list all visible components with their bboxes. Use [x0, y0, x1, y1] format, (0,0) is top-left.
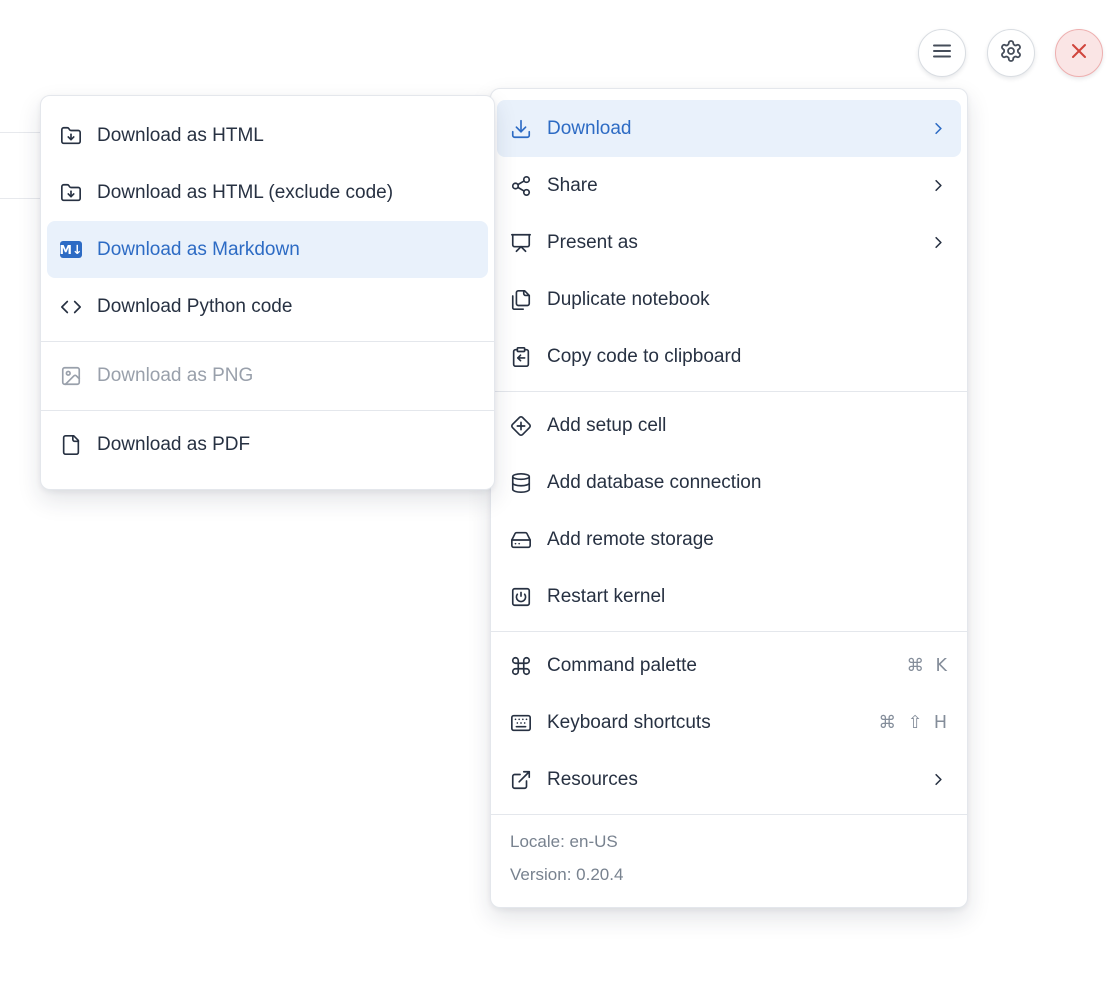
shortcut-hint: ⌘ K	[906, 656, 948, 676]
menu-item-label: Duplicate notebook	[547, 289, 710, 311]
share-icon	[510, 175, 532, 197]
menu-item-download-html[interactable]: Download as HTML	[47, 107, 488, 164]
menu-item-add-setup-cell[interactable]: Add setup cell	[497, 397, 961, 454]
folder-down-icon	[60, 125, 82, 147]
menu-item-download-python[interactable]: Download Python code	[47, 278, 488, 335]
menu-section-notebook: Download Share Present as	[491, 95, 967, 392]
menu-item-label: Download as HTML	[97, 125, 264, 147]
clipboard-copy-icon	[510, 346, 532, 368]
chevron-right-icon	[929, 770, 948, 789]
file-icon	[60, 434, 82, 456]
menu-item-label: Copy code to clipboard	[547, 346, 741, 368]
menu-item-label: Keyboard shortcuts	[547, 712, 711, 734]
files-icon	[510, 289, 532, 311]
menu-item-label: Add remote storage	[547, 529, 714, 551]
version-text: Version: 0.20.4	[510, 858, 948, 891]
code-icon	[60, 296, 82, 318]
chevron-right-icon	[929, 233, 948, 252]
menu-item-label: Restart kernel	[547, 586, 665, 608]
gear-icon	[999, 39, 1023, 68]
menu-item-label: Download as Markdown	[97, 239, 300, 261]
download-icon	[510, 118, 532, 140]
hard-drive-icon	[510, 529, 532, 551]
menu-item-label: Present as	[547, 232, 638, 254]
menu-item-present-as[interactable]: Present as	[497, 214, 961, 271]
database-icon	[510, 472, 532, 494]
external-link-icon	[510, 769, 532, 791]
menu-section-cells: Add setup cell Add database connection A…	[491, 392, 967, 632]
command-icon	[510, 655, 532, 677]
submenu-section-png: Download as PNG	[41, 342, 494, 411]
hamburger-icon	[930, 39, 954, 68]
menu-section-help: Command palette ⌘ K Keyboard shortcuts ⌘…	[491, 632, 967, 815]
menu-item-label: Resources	[547, 769, 638, 791]
markdown-badge-icon: M↓	[60, 239, 82, 261]
shutdown-button[interactable]	[1055, 29, 1103, 77]
menu-item-download-png: Download as PNG	[47, 347, 488, 404]
locale-text: Locale: en-US	[510, 825, 948, 858]
submenu-section-formats: Download as HTML Download as HTML (exclu…	[41, 102, 494, 342]
menu-item-download[interactable]: Download	[497, 100, 961, 157]
image-icon	[60, 365, 82, 387]
shortcut-hint: ⌘ ⇧ H	[879, 713, 948, 733]
menu-item-label: Download as HTML (exclude code)	[97, 182, 393, 204]
menu-item-label: Add setup cell	[547, 415, 666, 437]
notebook-menu-button[interactable]	[918, 29, 966, 77]
menu-item-download-pdf[interactable]: Download as PDF	[47, 416, 488, 473]
menu-item-copy-code[interactable]: Copy code to clipboard	[497, 328, 961, 385]
menu-item-duplicate-notebook[interactable]: Duplicate notebook	[497, 271, 961, 328]
menu-item-download-html-exclude-code[interactable]: Download as HTML (exclude code)	[47, 164, 488, 221]
submenu-section-pdf: Download as PDF	[41, 411, 494, 479]
menu-item-add-remote-storage[interactable]: Add remote storage	[497, 511, 961, 568]
close-icon	[1067, 39, 1091, 68]
menu-item-label: Download as PDF	[97, 434, 250, 456]
menu-item-share[interactable]: Share	[497, 157, 961, 214]
presentation-icon	[510, 232, 532, 254]
background-rule	[0, 198, 44, 199]
square-power-icon	[510, 586, 532, 608]
chevron-right-icon	[929, 119, 948, 138]
folder-down-icon	[60, 182, 82, 204]
menu-item-restart-kernel[interactable]: Restart kernel	[497, 568, 961, 625]
notebook-actions-menu: Download Share Present as	[490, 88, 968, 908]
settings-button[interactable]	[987, 29, 1035, 77]
menu-item-label: Command palette	[547, 655, 697, 677]
background-rule	[0, 132, 44, 133]
menu-item-label: Share	[547, 175, 598, 197]
menu-item-label: Download	[547, 118, 632, 140]
keyboard-icon	[510, 712, 532, 734]
menu-item-download-markdown[interactable]: M↓ Download as Markdown	[47, 221, 488, 278]
menu-item-add-database[interactable]: Add database connection	[497, 454, 961, 511]
menu-item-resources[interactable]: Resources	[497, 751, 961, 808]
menu-item-label: Add database connection	[547, 472, 761, 494]
chevron-right-icon	[929, 176, 948, 195]
diamond-plus-icon	[510, 415, 532, 437]
menu-item-label: Download Python code	[97, 296, 292, 318]
menu-item-label: Download as PNG	[97, 365, 253, 387]
download-submenu: Download as HTML Download as HTML (exclu…	[40, 95, 495, 490]
menu-footer: Locale: en-US Version: 0.20.4	[491, 815, 967, 897]
menu-item-command-palette[interactable]: Command palette ⌘ K	[497, 637, 961, 694]
menu-item-keyboard-shortcuts[interactable]: Keyboard shortcuts ⌘ ⇧ H	[497, 694, 961, 751]
